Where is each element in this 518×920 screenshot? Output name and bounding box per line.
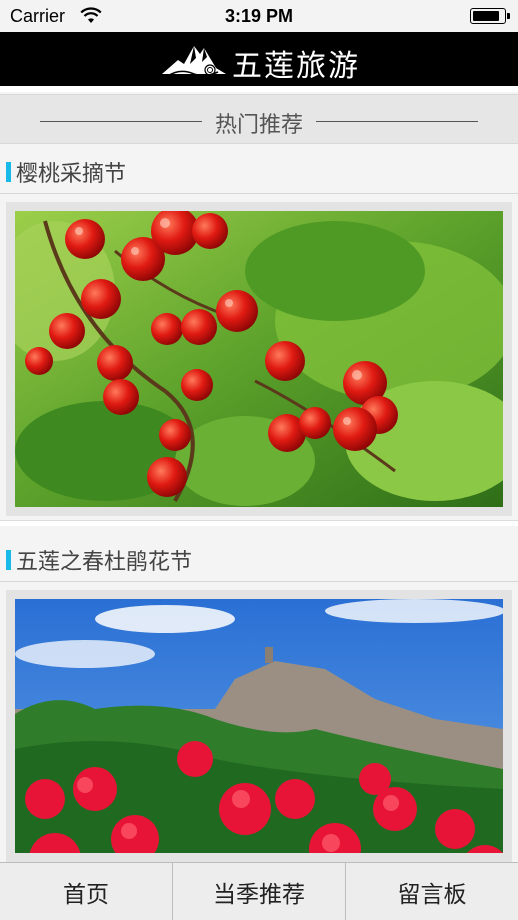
tab-bar: 首页 当季推荐 留言板: [0, 862, 518, 920]
mountain-cloud-logo-icon: [162, 46, 226, 77]
azalea-mountain-photo[interactable]: [15, 599, 503, 853]
tab-message-board[interactable]: 留言板: [346, 863, 518, 920]
accent-bar: [6, 550, 11, 570]
accent-bar: [6, 162, 11, 182]
tab-home[interactable]: 首页: [0, 863, 173, 920]
item-card[interactable]: [6, 590, 512, 862]
section-header: 热门推荐: [0, 94, 518, 144]
tab-seasonal[interactable]: 当季推荐: [173, 863, 346, 920]
clock: 3:19 PM: [224, 6, 294, 26]
item-title: 五莲之春杜鹃花节: [16, 550, 193, 575]
item-card[interactable]: [6, 202, 512, 516]
nav-bar: 五莲旅游: [0, 32, 518, 86]
item-title-row[interactable]: 樱桃采摘节: [0, 146, 518, 194]
item-title-row[interactable]: 五莲之春杜鹃花节: [0, 534, 518, 582]
cherry-photo[interactable]: [15, 211, 503, 507]
app-title: 五莲旅游: [232, 49, 360, 84]
section-title: 热门推荐: [214, 113, 303, 138]
header-line-right: [316, 121, 478, 122]
nav-divider: [0, 86, 518, 92]
item-divider: [0, 520, 518, 526]
status-bar: Carrier 3:19 PM: [0, 0, 518, 32]
battery-icon: [470, 8, 510, 24]
item-title: 樱桃采摘节: [16, 162, 127, 187]
